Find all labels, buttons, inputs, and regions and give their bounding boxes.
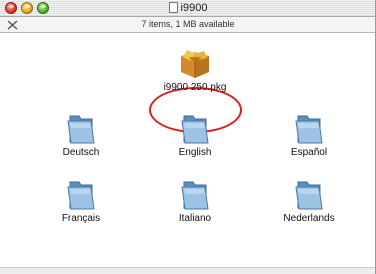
folder-label: Deutsch	[62, 147, 100, 158]
folder-icon	[181, 181, 209, 210]
folder-item-espanol[interactable]: Español	[264, 113, 354, 158]
package-label: i9900 250.pkg	[163, 82, 227, 93]
folder-item-nederlands[interactable]: Nederlands	[264, 179, 354, 224]
folder-item-english[interactable]: English	[150, 113, 240, 158]
title-bar[interactable]: i9900	[0, 0, 375, 17]
folder-item-francais[interactable]: Français	[36, 179, 126, 224]
window-title: i9900	[0, 2, 375, 15]
folder-icon	[67, 115, 95, 144]
window-title-text: i9900	[180, 2, 208, 14]
finder-window: i9900 7 items, 1 MB available i9900 250.…	[0, 0, 376, 274]
folder-label: Nederlands	[283, 213, 335, 224]
folder-label: English	[178, 147, 212, 158]
folder-label: Español	[290, 147, 328, 158]
folder-item-italiano[interactable]: Italiano	[150, 179, 240, 224]
status-text: 7 items, 1 MB available	[141, 19, 235, 29]
package-box-icon	[181, 50, 209, 78]
bottom-bar	[0, 267, 375, 274]
folder-icon	[295, 115, 323, 144]
folder-icon	[295, 181, 323, 210]
window-content: i9900 250.pkg Deutsch English Español Fr…	[0, 33, 375, 268]
folder-icon	[181, 115, 209, 144]
folder-label: Italiano	[178, 213, 212, 224]
folder-item-deutsch[interactable]: Deutsch	[36, 113, 126, 158]
package-item[interactable]: i9900 250.pkg	[150, 50, 240, 93]
folder-icon	[67, 181, 95, 210]
status-bar: 7 items, 1 MB available	[0, 17, 375, 33]
document-icon	[168, 2, 178, 13]
folder-label: Français	[61, 213, 101, 224]
